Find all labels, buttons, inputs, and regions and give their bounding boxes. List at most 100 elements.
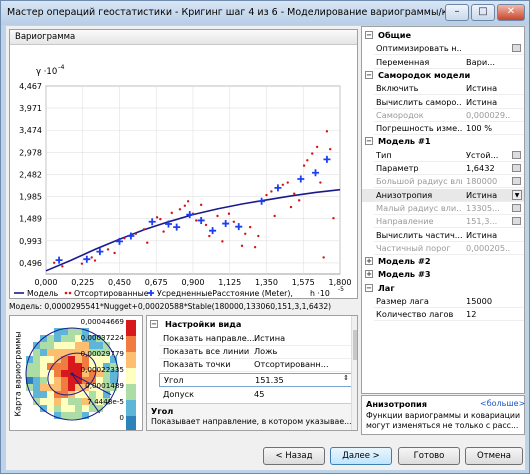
optimize-icon[interactable] <box>512 44 521 53</box>
param-icon[interactable] <box>512 164 521 172</box>
property-label: Погрешность изме... <box>376 123 462 134</box>
variogram-map[interactable]: 0,00044669 0,00037224 0,00029779 0,00022335… <box>24 316 142 430</box>
dir-icon[interactable] <box>512 217 521 226</box>
variogram-chart[interactable]: 0,000 0,225 0,450 0,675 0,900 1,125 1,350 1,575… <box>10 46 357 299</box>
scale-label: 0,00029779 <box>81 349 125 358</box>
property-value[interactable]: 180000 <box>466 176 510 186</box>
map-cell <box>26 370 33 377</box>
property-category[interactable]: + Модель #2 <box>362 255 524 268</box>
property-value[interactable]: Истина <box>466 230 510 240</box>
property-value[interactable]: Истина <box>466 97 510 107</box>
cancel-button[interactable]: Отмена <box>465 447 523 465</box>
range-icon[interactable] <box>512 177 521 186</box>
property-row[interactable]: Малый радиус вли... 13305... <box>362 202 524 215</box>
sorted-point <box>273 214 276 218</box>
map-cell <box>47 335 54 342</box>
minor-icon[interactable] <box>512 203 521 212</box>
property-value[interactable]: 13305... <box>466 203 510 213</box>
property-value[interactable]: 1,6432 <box>466 163 510 173</box>
y-tick-label: 0,993 <box>19 237 42 246</box>
back-button[interactable]: < Назад <box>263 447 325 465</box>
view-setting-value[interactable]: Ложь <box>254 346 277 356</box>
view-setting-value[interactable]: Отсортированн... <box>254 359 329 369</box>
property-row[interactable]: Частичный порог 0,000205... <box>362 242 524 255</box>
angle-row[interactable]: Угол 151.35 ⇕ <box>159 373 352 387</box>
sorted-point <box>113 251 116 255</box>
property-category[interactable]: − Самородок модели <box>362 69 524 82</box>
view-settings-category[interactable]: − Настройки вида <box>147 318 352 331</box>
property-row[interactable]: Погрешность изме... 100 % <box>362 122 524 136</box>
view-setting-row[interactable]: Показать все линии Ложь <box>159 345 352 358</box>
dropdown-arrow-icon[interactable]: ▼ <box>512 189 522 200</box>
collapse-icon[interactable]: − <box>365 137 373 146</box>
maximize-button[interactable]: □ <box>471 4 495 21</box>
view-setting-row[interactable]: Показать направле... Истина <box>159 332 352 345</box>
view-setting-value[interactable]: Истина <box>254 333 285 343</box>
property-row[interactable]: Параметр 1,6432 <box>362 162 524 175</box>
property-row[interactable]: Тип Устой... <box>362 149 524 162</box>
view-setting-row[interactable]: Показать точки Отсортированн... <box>159 358 352 371</box>
view-setting-label: Показать все линии <box>163 346 250 356</box>
expand-icon[interactable]: + <box>365 257 373 266</box>
property-row[interactable]: Количество лагов 12 <box>362 308 524 322</box>
property-row[interactable]: Направление 151,3... <box>362 215 524 229</box>
property-category[interactable]: + Модель #3 <box>362 268 524 281</box>
property-row[interactable]: Вычислить частич... Истина <box>362 229 524 242</box>
map-cell <box>89 342 96 349</box>
property-row[interactable]: Переменная Вари... <box>362 56 524 69</box>
map-cell <box>68 363 75 370</box>
property-category[interactable]: − Модель #1 <box>362 135 524 148</box>
collapse-icon[interactable]: − <box>365 31 373 39</box>
minimize-button[interactable]: – <box>445 4 469 21</box>
scale-swatch <box>126 368 136 384</box>
map-label: Карта вариограммы <box>13 331 23 417</box>
tolerance-row[interactable]: Допуск 45 <box>159 388 352 401</box>
close-button[interactable]: ✕ <box>497 4 525 21</box>
type-icon[interactable] <box>512 150 521 159</box>
property-value[interactable]: Устой... <box>466 150 510 160</box>
x-unit-label: h ·10 <box>310 289 330 298</box>
property-value[interactable]: 151,3... <box>466 216 510 226</box>
collapse-icon[interactable]: − <box>365 283 373 292</box>
property-value[interactable]: 0,000205... <box>466 243 510 253</box>
property-label: Размер лага <box>376 296 429 306</box>
scale-label: 7,4448e-5 <box>87 397 124 406</box>
property-value[interactable]: 0,000029... <box>466 110 510 120</box>
sorted-point <box>204 223 208 227</box>
map-cell <box>47 398 54 405</box>
property-row[interactable]: Большой радиус вли... 180000 <box>362 175 524 189</box>
property-row[interactable]: Размер лага 15000 <box>362 295 524 308</box>
property-category[interactable]: − Лаг <box>362 282 524 295</box>
x-tick-label: 1,125 <box>218 278 241 287</box>
expand-icon[interactable]: + <box>365 270 373 279</box>
view-setting-label: Показать направле... <box>163 333 255 343</box>
x-tick-label: 0,900 <box>182 278 205 287</box>
collapse-icon[interactable]: − <box>150 320 158 328</box>
property-value[interactable]: 100 % <box>466 123 510 133</box>
y-unit-label: γ ·10 <box>36 67 57 77</box>
category-label: Модель #1 <box>378 136 431 147</box>
y-tick-label: 3,971 <box>19 104 42 113</box>
scrollbar[interactable] <box>351 316 357 430</box>
more-link[interactable]: <больше> <box>480 399 525 408</box>
sorted-point <box>106 248 110 251</box>
property-value[interactable]: 15000 <box>466 296 510 306</box>
property-value[interactable]: Вари... <box>466 57 510 67</box>
map-cell <box>54 377 61 384</box>
property-row[interactable]: Анизотропия Истина ▼ <box>362 188 524 202</box>
map-cell <box>54 398 61 405</box>
property-category[interactable]: − Общие <box>362 29 524 42</box>
property-value[interactable]: 12 <box>466 309 510 319</box>
property-value[interactable]: Истина <box>466 190 510 200</box>
map-cell <box>54 356 61 363</box>
property-row[interactable]: Включить Истина <box>362 82 524 96</box>
property-row[interactable]: Самородок 0,000029... <box>362 109 524 122</box>
angle-input[interactable]: 151.35 <box>255 375 284 385</box>
property-label: Включить <box>376 83 419 94</box>
collapse-icon[interactable]: − <box>365 70 373 79</box>
next-button[interactable]: Далее > <box>330 447 392 465</box>
finish-button[interactable]: Готово <box>398 447 460 465</box>
property-value[interactable]: Истина <box>466 83 510 93</box>
property-row[interactable]: Оптимизировать н... <box>362 42 524 56</box>
property-row[interactable]: Вычислить саморо... Истина <box>362 96 524 109</box>
